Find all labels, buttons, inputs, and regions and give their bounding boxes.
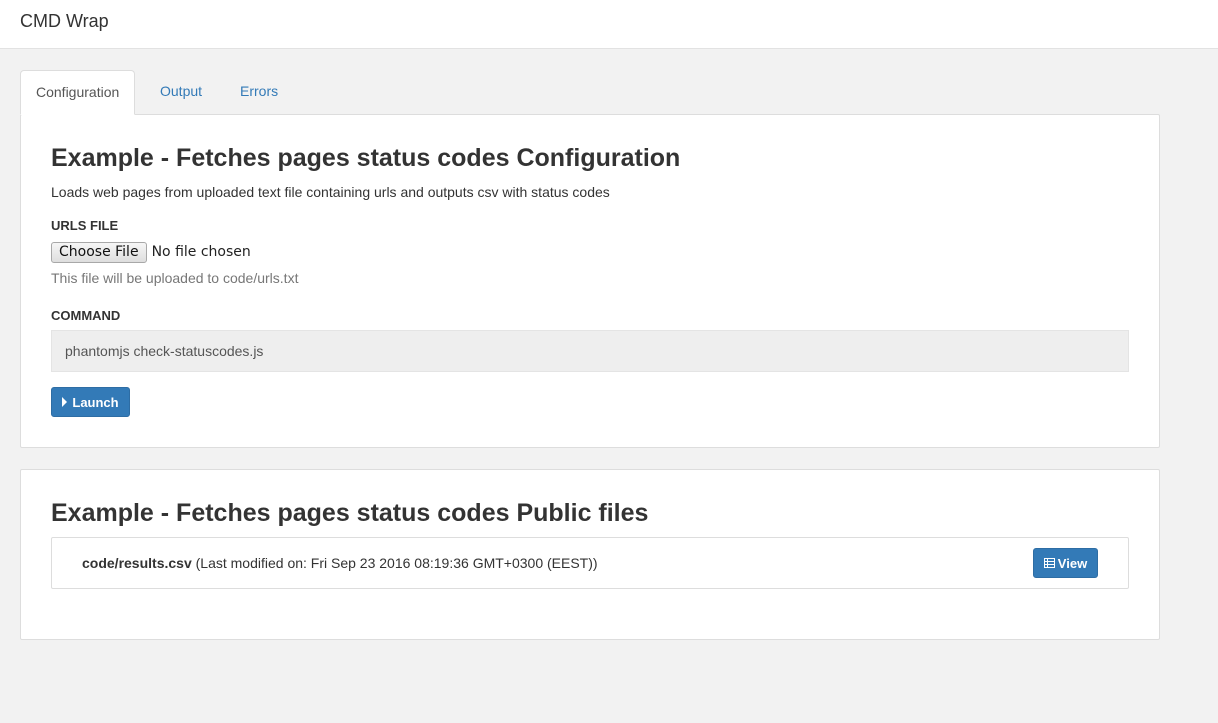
tab-errors[interactable]: Errors [225,70,293,115]
view-button[interactable]: View [1033,548,1098,578]
tab-output[interactable]: Output [145,70,217,115]
file-status-text: No file chosen [151,244,251,260]
caret-right-icon [62,397,68,407]
command-field: phantomjs check-statuscodes.js [51,330,1129,372]
configuration-heading: Example - Fetches pages status codes Con… [51,144,681,172]
urls-file-label: URLS FILE [51,218,119,233]
choose-file-button[interactable]: Choose File [51,241,147,263]
view-button-label: View [1057,555,1088,571]
file-modified: (Last modified on: Fri Sep 23 2016 08:19… [195,555,598,571]
app-brand[interactable]: CMD Wrap [20,9,109,33]
urls-file-help: This file will be uploaded to code/urls.… [51,270,299,286]
public-files-heading: Example - Fetches pages status codes Pub… [51,499,649,527]
urls-file-input[interactable]: Choose File No file chosen [51,241,251,263]
file-name: code/results.csv [82,555,192,571]
configuration-description: Loads web pages from uploaded text file … [51,184,610,200]
tab-configuration[interactable]: Configuration [20,70,136,115]
launch-button-label: Launch [72,394,119,410]
configuration-panel: Example - Fetches pages status codes Con… [20,114,1160,448]
launch-button[interactable]: Launch [51,387,130,417]
list-icon [1043,558,1055,568]
list-item: code/results.csv (Last modified on: Fri … [51,537,1129,589]
command-label: COMMAND [51,308,121,323]
top-navbar: CMD Wrap [0,0,1218,49]
public-files-panel: Example - Fetches pages status codes Pub… [20,469,1160,640]
